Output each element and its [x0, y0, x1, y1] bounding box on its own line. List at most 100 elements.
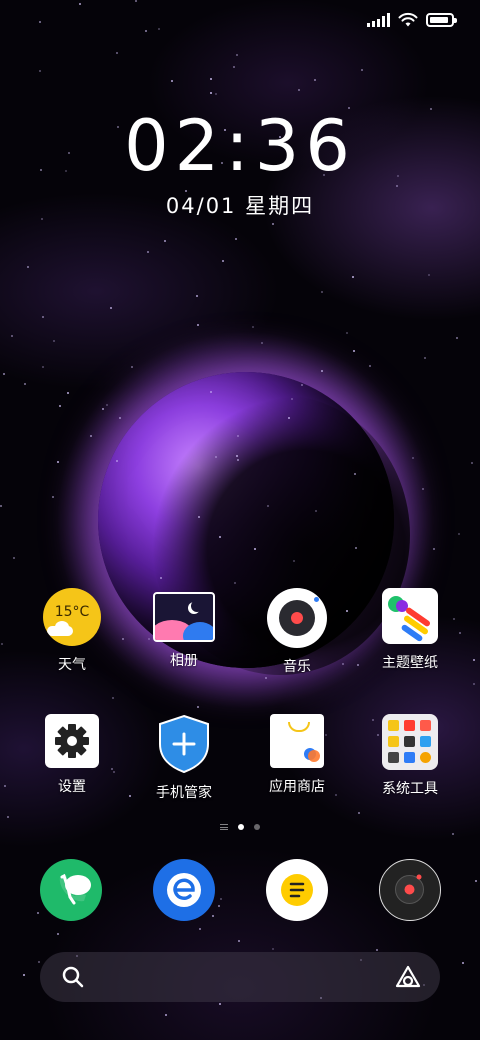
app-security[interactable]: 手机管家	[129, 714, 239, 802]
page-dot-1[interactable]	[238, 824, 244, 830]
star	[376, 949, 378, 951]
star	[235, 238, 237, 240]
star	[106, 404, 108, 406]
star	[462, 962, 464, 964]
star	[199, 928, 201, 930]
app-themes[interactable]: 主题壁纸	[355, 588, 465, 672]
star	[428, 274, 430, 276]
status-bar	[367, 10, 457, 30]
star	[198, 516, 200, 518]
star	[135, 0, 137, 2]
dock-browser[interactable]	[153, 859, 215, 921]
star	[53, 340, 55, 342]
star	[215, 456, 217, 458]
star	[90, 435, 92, 437]
star	[272, 948, 274, 950]
star	[237, 435, 239, 437]
star	[238, 940, 240, 942]
page-menu-icon[interactable]	[220, 824, 228, 830]
star	[131, 366, 133, 368]
app-music[interactable]: 音乐	[242, 588, 352, 676]
page-dot-2[interactable]	[254, 824, 260, 830]
star	[288, 417, 290, 419]
app-gallery[interactable]: 相册	[129, 588, 239, 670]
star	[1, 643, 3, 645]
app-store[interactable]: 应用商店	[242, 714, 352, 796]
star	[116, 460, 118, 462]
star	[220, 898, 222, 900]
star	[145, 30, 147, 32]
star	[346, 332, 348, 334]
star	[3, 373, 5, 375]
star	[456, 337, 458, 339]
wifi-icon	[398, 12, 418, 27]
star	[197, 706, 199, 708]
star	[354, 473, 356, 475]
star	[352, 276, 354, 278]
page-indicator	[0, 824, 480, 830]
star	[215, 93, 217, 95]
star	[11, 335, 13, 337]
star	[458, 533, 460, 535]
app-label: 音乐	[283, 659, 311, 675]
app-settings[interactable]: 设置	[17, 714, 127, 796]
star	[234, 582, 236, 584]
star	[7, 816, 9, 818]
app-label: 设置	[58, 779, 86, 795]
star	[355, 547, 357, 549]
search-icon[interactable]	[62, 966, 84, 988]
star	[291, 398, 293, 400]
browser-icon	[167, 873, 201, 907]
star	[52, 496, 54, 498]
app-label: 相册	[170, 653, 198, 669]
app-weather[interactable]: 15°C 天气	[17, 588, 127, 674]
system-tools-folder-icon	[382, 714, 438, 770]
app-label: 系统工具	[382, 781, 438, 797]
app-store-icon	[270, 714, 324, 768]
star	[57, 933, 59, 935]
battery-icon	[426, 13, 457, 27]
security-icon	[156, 714, 212, 774]
star	[252, 326, 254, 328]
star	[361, 69, 363, 71]
star	[164, 240, 166, 242]
star	[197, 324, 199, 326]
star	[171, 80, 173, 82]
star	[57, 461, 59, 463]
star	[42, 366, 44, 368]
app-label: 应用商店	[269, 779, 325, 795]
star	[37, 912, 39, 914]
star	[102, 408, 104, 410]
star	[210, 391, 212, 393]
dock-recorder[interactable]	[379, 859, 441, 921]
star	[218, 905, 220, 907]
app-system-tools-folder[interactable]: 系统工具	[355, 714, 465, 798]
app-label: 手机管家	[156, 785, 212, 801]
clock-widget[interactable]: 02:36	[0, 102, 480, 188]
clock-date: 04/01 星期四	[165, 194, 315, 218]
dock-notes[interactable]	[266, 859, 328, 921]
app-label: 天气	[58, 657, 86, 673]
search-bar[interactable]	[40, 952, 440, 1002]
star	[13, 557, 15, 559]
star	[42, 316, 44, 318]
star	[110, 307, 112, 309]
star	[219, 1003, 221, 1005]
star	[23, 974, 25, 976]
assistant-icon[interactable]	[394, 964, 422, 990]
dock-phone[interactable]	[40, 859, 102, 921]
recorder-icon	[395, 874, 424, 904]
star	[4, 785, 6, 787]
star	[158, 28, 160, 30]
star	[27, 266, 29, 268]
star	[272, 223, 274, 225]
star	[315, 510, 317, 512]
star	[293, 560, 295, 562]
star	[422, 488, 424, 490]
weather-icon: 15°C	[43, 588, 101, 646]
star	[301, 384, 303, 386]
star	[160, 577, 162, 579]
star	[39, 70, 41, 72]
star	[112, 697, 114, 699]
star	[358, 812, 360, 814]
